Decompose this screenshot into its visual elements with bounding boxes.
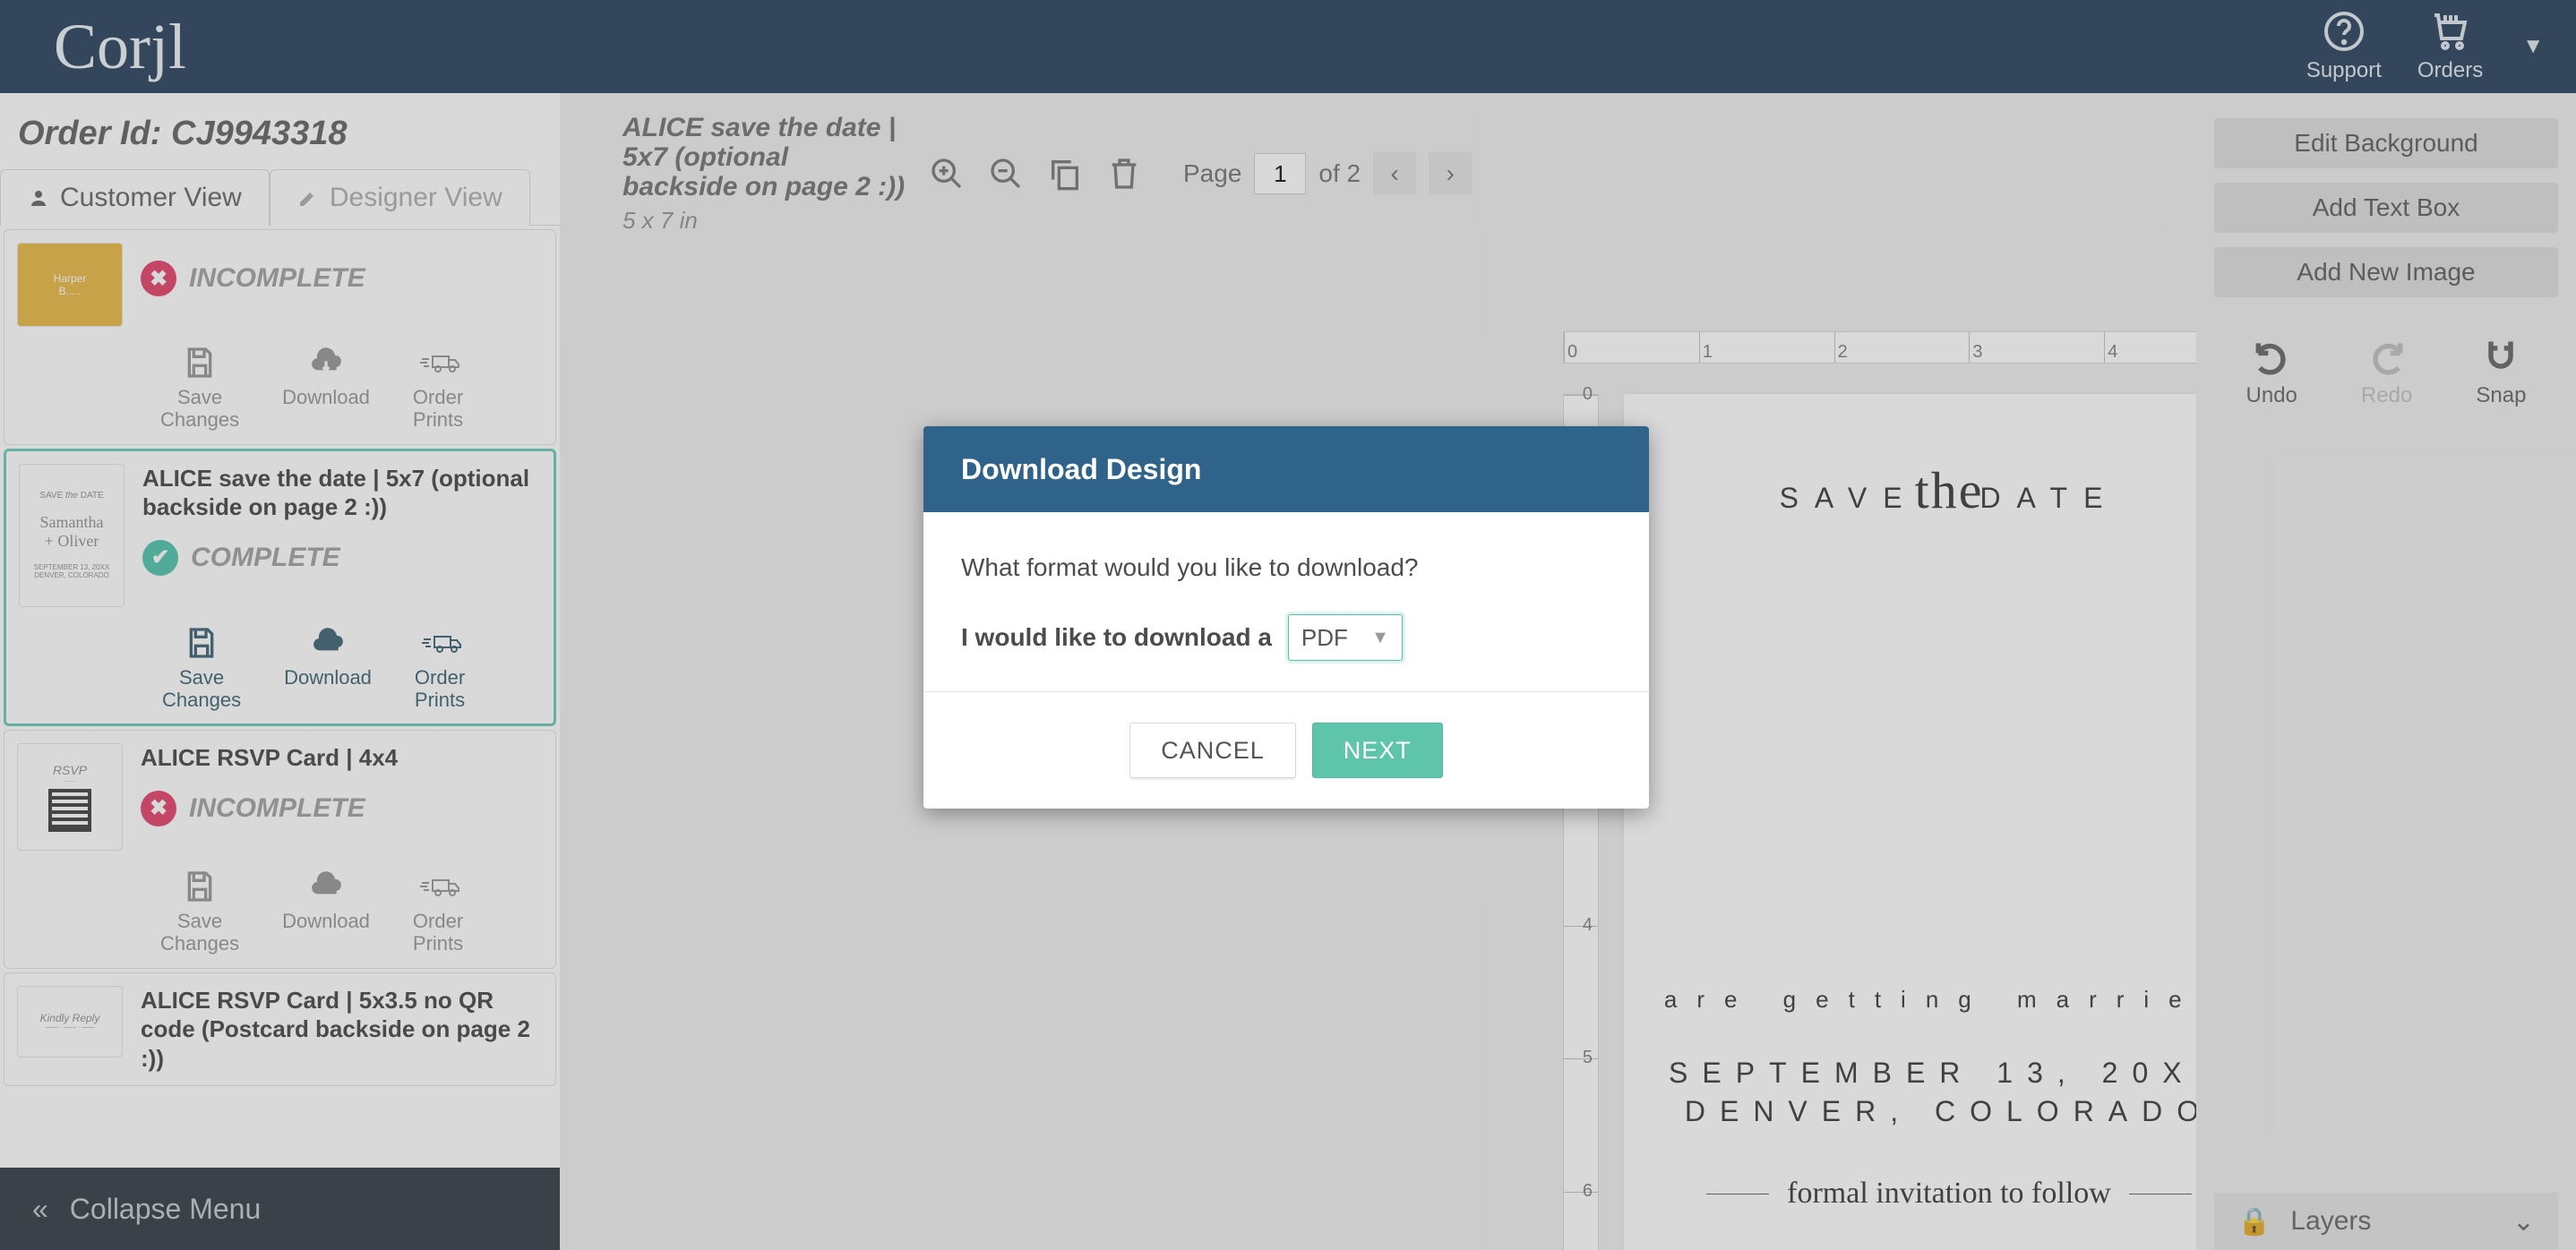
format-value: PDF [1301, 624, 1348, 652]
modal-sentence: I would like to download a [961, 623, 1272, 652]
next-button[interactable]: NEXT [1312, 723, 1443, 778]
chevron-down-icon: ▼ [1371, 628, 1389, 648]
format-select[interactable]: PDF ▼ [1288, 614, 1403, 661]
modal-title: Download Design [923, 426, 1649, 512]
download-modal: Download Design What format would you li… [923, 426, 1649, 809]
cancel-button[interactable]: CANCEL [1129, 723, 1296, 778]
modal-question: What format would you like to download? [961, 553, 1611, 582]
